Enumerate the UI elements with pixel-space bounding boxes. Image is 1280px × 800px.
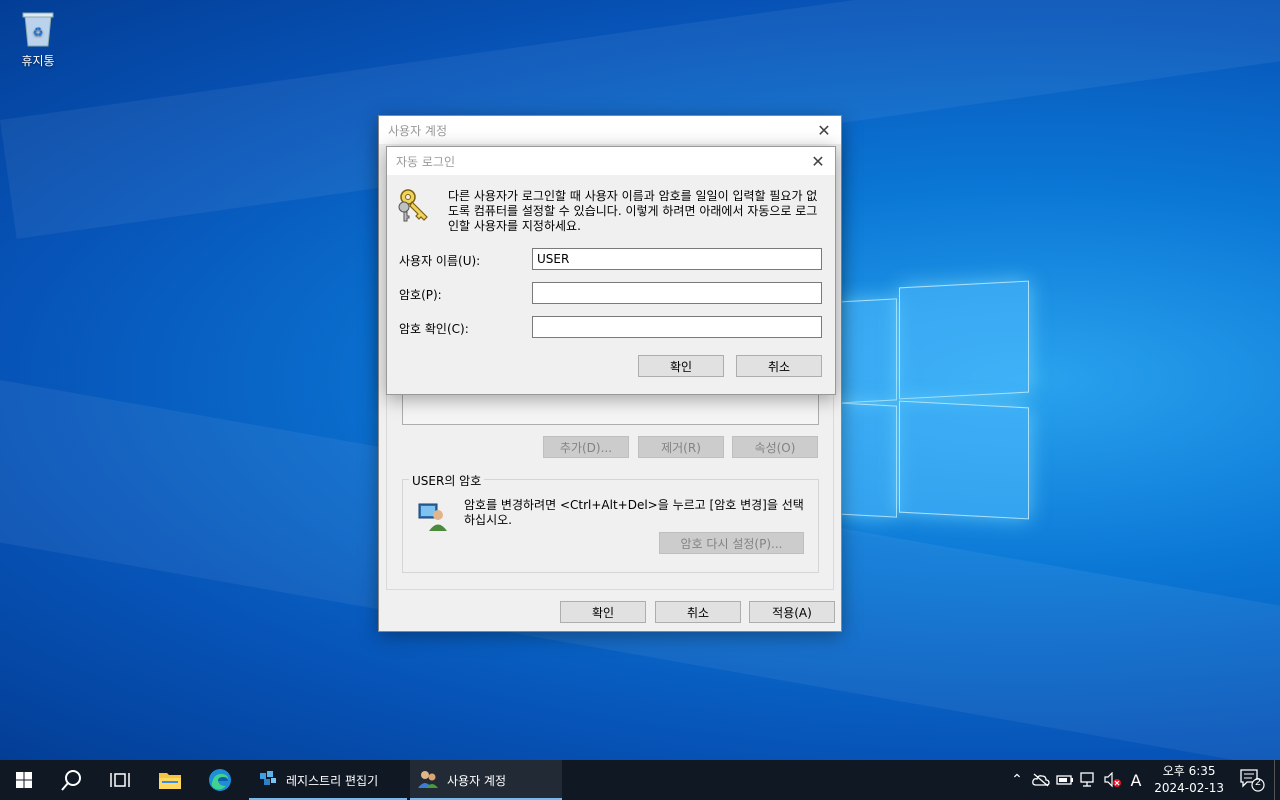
username-input[interactable]: USER — [532, 248, 822, 270]
close-icon: ✕ — [811, 151, 825, 171]
volume-tray[interactable] — [1103, 760, 1123, 800]
user-accounts-icon — [417, 769, 439, 792]
ok-button[interactable]: 확인 — [560, 601, 646, 623]
password-group-text: 암호를 변경하려면 <Ctrl+Alt+Del>을 누르고 [암호 변경]을 선… — [464, 498, 804, 527]
network-tray[interactable] — [1079, 760, 1099, 800]
clock-time: 오후 6:35 — [1162, 764, 1216, 778]
chevron-up-icon: ⌃ — [1011, 772, 1023, 788]
folder-icon — [159, 773, 181, 789]
volume-muted-icon — [1104, 772, 1121, 788]
taskbar-app-user-accounts[interactable]: 사용자 계정 — [410, 760, 562, 800]
confirm-password-label: 암호 확인(C): — [399, 322, 469, 336]
battery-tray[interactable] — [1055, 760, 1075, 800]
search-icon — [61, 770, 81, 791]
reset-password-button[interactable]: 암호 다시 설정(P)... — [659, 532, 804, 554]
keys-icon — [397, 187, 433, 223]
user-list[interactable] — [402, 394, 819, 425]
show-hidden-icons-button[interactable]: ⌃ — [1009, 760, 1025, 800]
notification-count: 2 — [1254, 777, 1262, 788]
windows-logo-wallpaper — [835, 280, 1030, 520]
username-label: 사용자 이름(U): — [399, 254, 481, 268]
windows-start-icon — [16, 772, 32, 788]
registry-editor-icon — [258, 769, 278, 792]
auto-login-ok-button[interactable]: 확인 — [638, 355, 724, 377]
user-password-icon — [417, 500, 449, 532]
password-input[interactable] — [532, 282, 822, 304]
battery-icon — [1056, 775, 1073, 785]
password-label: 암호(P): — [399, 288, 442, 302]
clock[interactable]: 오후 6:35 2024-02-13 — [1154, 763, 1224, 797]
auto-login-titlebar: 자동 로그인 ✕ — [387, 147, 835, 175]
auto-login-description: 다른 사용자가 로그인할 때 사용자 이름과 암호를 일일이 입력할 필요가 없… — [448, 189, 818, 233]
cancel-button[interactable]: 취소 — [655, 601, 741, 623]
clock-date: 2024-02-13 — [1154, 781, 1224, 795]
close-icon: ✕ — [817, 120, 831, 140]
edge-icon — [209, 769, 231, 791]
edge-browser-button[interactable] — [196, 760, 244, 800]
taskbar: 레지스트리 편집기 사용자 계정 ⌃ A 오후 6:35 2024-02-13 … — [0, 760, 1280, 800]
onedrive-tray[interactable] — [1031, 760, 1051, 800]
recycle-bin-label: 휴지통 — [21, 54, 55, 68]
task-view-icon — [110, 773, 130, 787]
search-button[interactable] — [48, 760, 96, 800]
close-button[interactable]: ✕ — [813, 120, 835, 140]
add-user-button[interactable]: 추가(D)... — [543, 436, 629, 458]
task-view-button[interactable] — [96, 760, 144, 800]
recycle-bin-icon: ♻ — [21, 8, 55, 48]
user-accounts-titlebar: 사용자 계정 ✕ — [379, 116, 841, 144]
recycle-bin[interactable]: ♻ 휴지통 — [10, 8, 66, 69]
properties-button[interactable]: 속성(O) — [732, 436, 818, 458]
network-icon — [1080, 772, 1094, 787]
show-desktop-button[interactable] — [1274, 760, 1280, 800]
start-button[interactable] — [0, 760, 48, 800]
remove-user-button[interactable]: 제거(R) — [638, 436, 724, 458]
cloud-offline-icon — [1032, 773, 1050, 787]
auto-login-dialog: 자동 로그인 ✕ 다른 사용자가 로그인할 때 사용자 이름과 암호를 일일이 … — [386, 146, 836, 395]
auto-login-cancel-button[interactable]: 취소 — [736, 355, 822, 377]
input-indicator[interactable]: A — [1127, 760, 1145, 800]
auto-login-title: 자동 로그인 — [396, 154, 456, 169]
taskbar-app-label: 사용자 계정 — [447, 773, 507, 788]
password-group-title: USER의 암호 — [409, 472, 485, 489]
apply-button[interactable]: 적용(A) — [749, 601, 835, 623]
password-group: USER의 암호 암호를 변경하려면 <Ctrl+Alt+Del>을 누르고 [… — [402, 472, 819, 573]
taskbar-app-registry-editor[interactable]: 레지스트리 편집기 — [249, 760, 407, 800]
user-accounts-title: 사용자 계정 — [388, 123, 448, 138]
auto-login-close-button[interactable]: ✕ — [807, 151, 829, 171]
confirm-password-input[interactable] — [532, 316, 822, 338]
file-explorer-button[interactable] — [146, 760, 194, 800]
taskbar-app-label: 레지스트리 편집기 — [286, 773, 379, 788]
svg-text:♻: ♻ — [33, 25, 44, 39]
action-center-button[interactable]: 2 — [1232, 760, 1272, 800]
